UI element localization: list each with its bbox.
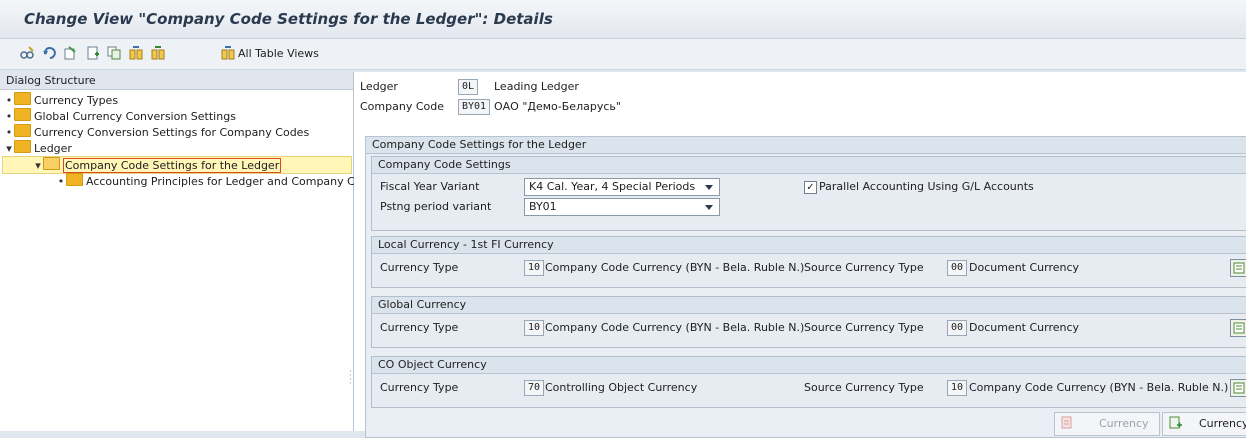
tree-item-company-code-settings[interactable]: ▾ Company Code Settings for the Ledger	[2, 156, 352, 174]
folder-icon	[14, 92, 31, 105]
select-all-icon[interactable]	[129, 46, 143, 60]
currency-type-code[interactable]: 70	[524, 380, 545, 396]
bullet-icon: •	[5, 94, 13, 107]
company-name: ОАО "Демо-Беларусь"	[494, 100, 621, 113]
currency-type-label: Currency Type	[380, 321, 459, 334]
folder-icon	[14, 124, 31, 137]
ledger-name: Leading Ledger	[494, 80, 579, 93]
currency-type-label: Currency Type	[380, 381, 459, 394]
source-currency-type-code[interactable]: 00	[947, 320, 968, 336]
group-title: Local Currency - 1st FI Currency	[372, 237, 1246, 254]
detail-area: Ledger 0L Leading Ledger Company Code BY…	[354, 72, 1246, 438]
company-code-settings-ledger-group: Company Code Settings for the Ledger Com…	[365, 136, 1246, 438]
expand-arrow-icon[interactable]: ▾	[4, 141, 14, 157]
source-currency-type-label: Source Currency Type	[804, 381, 924, 394]
company-code-settings-group: Company Code Settings Fiscal Year Varian…	[371, 156, 1246, 231]
global-currency-group: Global Currency Currency Type 10 Company…	[371, 296, 1246, 348]
group-title: Company Code Settings	[372, 157, 1246, 174]
all-table-views-button[interactable]: All Table Views	[238, 47, 319, 60]
currency-add-icon	[1169, 416, 1182, 429]
currency-disabled-icon	[1061, 416, 1072, 429]
group-title: CO Object Currency	[372, 357, 1246, 374]
tree-item-label: Currency Conversion Settings for Company…	[34, 126, 310, 139]
bullet-icon: •	[57, 175, 65, 188]
expand-arrow-icon[interactable]: ▾	[33, 158, 43, 174]
deselect-all-icon[interactable]	[151, 46, 165, 60]
ledger-code-field: 0L	[458, 79, 479, 95]
currency-type-text: Controlling Object Currency	[545, 381, 698, 394]
currency-button-disabled: Currency	[1054, 412, 1160, 436]
other-entry-icon[interactable]	[63, 46, 77, 60]
edit-glasses-icon[interactable]	[20, 46, 34, 60]
open-folder-icon	[43, 157, 60, 170]
currency-button[interactable]: Currency	[1162, 412, 1246, 436]
fiscal-year-variant-value: K4 Cal. Year, 4 Special Periods	[529, 180, 696, 193]
window-title: Change View "Company Code Settings for t…	[24, 10, 553, 28]
tree-item-label: Accounting Principles for Ledger and Com…	[86, 175, 376, 188]
local-currency-group: Local Currency - 1st FI Currency Currenc…	[371, 236, 1246, 288]
folder-icon	[66, 173, 83, 186]
new-entries-icon[interactable]	[86, 46, 100, 60]
source-currency-type-text: Document Currency	[969, 261, 1080, 274]
tree-item-currency-types[interactable]: • Currency Types	[4, 92, 118, 108]
currency-type-code[interactable]: 10	[524, 320, 545, 336]
chevron-down-icon	[705, 185, 713, 190]
folder-icon	[14, 140, 31, 153]
dialog-structure-panel: Dialog Structure • Currency Types • Global…	[0, 72, 375, 431]
bullet-icon: •	[5, 110, 13, 123]
currency-type-text: Company Code Currency (BYN - Bela. Ruble…	[545, 261, 805, 274]
fiscal-year-variant-dropdown[interactable]: K4 Cal. Year, 4 Special Periods	[524, 178, 720, 196]
chevron-down-icon	[705, 205, 713, 210]
ledger-label: Ledger	[360, 80, 398, 93]
tree-item-label: Ledger	[34, 142, 72, 155]
source-currency-type-text: Company Code Currency (BYN - Bela. Ruble…	[969, 381, 1229, 394]
tree-item-label: Global Currency Conversion Settings	[34, 110, 236, 123]
co-object-currency-group: CO Object Currency Currency Type 70 Cont…	[371, 356, 1246, 408]
currency-details-icon[interactable]	[1230, 319, 1246, 337]
source-currency-type-label: Source Currency Type	[804, 321, 924, 334]
tree-item-accounting-principles[interactable]: • Accounting Principles for Ledger and Co…	[4, 173, 375, 189]
currency-disabled-label: Currency	[1099, 417, 1149, 430]
bullet-icon: •	[5, 126, 13, 139]
title-bar: Change View "Company Code Settings for t…	[0, 0, 1246, 39]
source-currency-type-text: Document Currency	[969, 321, 1080, 334]
undo-icon[interactable]	[42, 46, 56, 60]
currency-type-label: Currency Type	[380, 261, 459, 274]
currency-type-text: Company Code Currency (BYN - Bela. Ruble…	[545, 321, 805, 334]
parallel-accounting-checkbox[interactable]: ✓	[804, 181, 817, 194]
posting-period-variant-dropdown[interactable]: BY01	[524, 198, 720, 216]
posting-period-variant-label: Pstng period variant	[380, 200, 492, 213]
tree-item-currency-conversion-company-codes[interactable]: • Currency Conversion Settings for Compan…	[4, 124, 309, 140]
currency-details-icon[interactable]	[1230, 379, 1246, 397]
company-code-label: Company Code	[360, 100, 444, 113]
parallel-accounting-label: Parallel Accounting Using G/L Accounts	[819, 180, 1034, 193]
currency-type-code[interactable]: 10	[524, 260, 545, 276]
dialog-structure-header: Dialog Structure	[0, 72, 353, 90]
group-title: Global Currency	[372, 297, 1246, 314]
company-code-field: BY01	[458, 99, 491, 115]
folder-icon	[14, 108, 31, 121]
posting-period-variant-value: BY01	[529, 200, 557, 213]
fiscal-year-variant-label: Fiscal Year Variant	[380, 180, 480, 193]
tree-item-ledger[interactable]: ▾ Ledger	[4, 140, 72, 156]
splitter-handle[interactable]: · · · ·	[349, 368, 352, 389]
tree-item-global-currency-conversion[interactable]: • Global Currency Conversion Settings	[4, 108, 236, 124]
table-views-icon[interactable]	[221, 46, 235, 60]
source-currency-type-code[interactable]: 00	[947, 260, 968, 276]
source-currency-type-label: Source Currency Type	[804, 261, 924, 274]
application-toolbar: All Table Views	[0, 39, 1246, 70]
group-title: Company Code Settings for the Ledger	[366, 137, 1246, 154]
currency-button-label: Currency	[1199, 417, 1246, 430]
currency-details-icon[interactable]	[1230, 259, 1246, 277]
source-currency-type-code[interactable]: 10	[947, 380, 968, 396]
copy-as-icon[interactable]	[107, 46, 121, 60]
tree-item-label: Company Code Settings for the Ledger	[63, 158, 282, 173]
tree-item-label: Currency Types	[34, 94, 119, 107]
